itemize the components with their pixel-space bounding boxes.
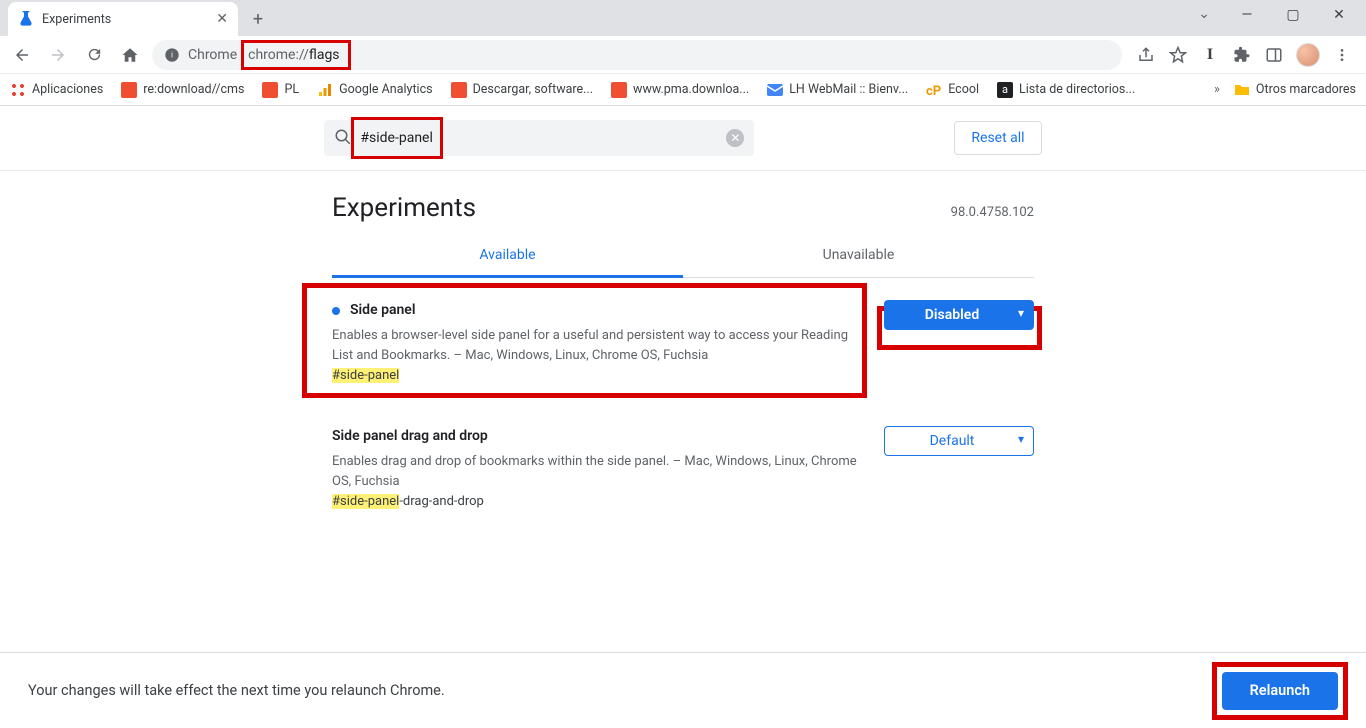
share-icon[interactable] — [1136, 45, 1156, 65]
flag-tabs: Available Unavailable — [332, 235, 1034, 278]
browser-toolbar: i Chrome chrome://flags I — [0, 36, 1366, 74]
modified-dot-icon — [332, 307, 340, 315]
flag-row: Side panel drag and drop Enables drag an… — [332, 404, 1034, 530]
svg-text:cP: cP — [926, 84, 941, 98]
page-content[interactable]: ✕ Reset all Experiments 98.0.4758.102 Av… — [0, 106, 1366, 652]
forward-button[interactable] — [44, 41, 72, 69]
bookmark-item[interactable]: aLista de directorios... — [997, 82, 1135, 98]
flag-hash: #side-panel — [332, 366, 860, 386]
tab-available[interactable]: Available — [332, 235, 683, 278]
tab-dropdown-icon[interactable]: ⌄ — [1198, 6, 1210, 22]
svg-text:i: i — [171, 50, 173, 60]
bookmark-item[interactable]: cPEcool — [926, 82, 979, 98]
menu-icon[interactable] — [1332, 45, 1352, 65]
tab-unavailable[interactable]: Unavailable — [683, 235, 1034, 277]
home-button[interactable] — [116, 41, 144, 69]
serif-i-icon[interactable]: I — [1200, 45, 1220, 65]
reload-button[interactable] — [80, 41, 108, 69]
window-maximize-button[interactable]: ▢ — [1270, 0, 1316, 30]
tab-strip: Experiments ✕ + ⌄ — ▢ ✕ — [0, 0, 1366, 36]
bookmarks-overflow[interactable]: » — [1214, 82, 1220, 97]
reset-all-button[interactable]: Reset all — [954, 121, 1041, 155]
favicon-icon — [121, 82, 137, 98]
favicon-icon: a — [997, 82, 1013, 98]
flag-row: Side panel Enables a browser-level side … — [332, 278, 1034, 404]
back-button[interactable] — [8, 41, 36, 69]
flag-title: Side panel drag and drop — [332, 426, 860, 448]
tab-title: Experiments — [42, 12, 111, 27]
bookmark-item[interactable]: LH WebMail :: Bienv... — [767, 82, 908, 98]
window-controls: — ▢ ✕ — [1224, 0, 1362, 30]
profile-avatar[interactable] — [1296, 43, 1320, 67]
flag-description: Enables drag and drop of bookmarks withi… — [332, 452, 860, 492]
new-tab-button[interactable]: + — [244, 5, 272, 33]
apps-shortcut[interactable]: Aplicaciones — [10, 82, 103, 98]
bookmark-item[interactable]: Google Analytics — [317, 82, 433, 98]
analytics-icon — [317, 82, 333, 98]
flag-select-wrap: Default — [884, 426, 1034, 456]
search-icon — [334, 128, 352, 146]
flag-description: Enables a browser-level side panel for a… — [332, 326, 860, 366]
search-row: ✕ Reset all — [0, 106, 1366, 171]
flag-state-select[interactable]: Disabled — [884, 300, 1034, 330]
version-text: 98.0.4758.102 — [951, 205, 1034, 220]
site-info-icon: i — [164, 47, 180, 63]
bookmarks-bar: Aplicaciones re:download//cms PL Google … — [0, 74, 1366, 106]
flag-hash: #side-panel-drag-and-drop — [332, 492, 860, 512]
flag-select-wrap: Disabled — [884, 300, 1034, 330]
flag-title: Side panel — [332, 300, 860, 322]
page-title: Experiments — [332, 193, 476, 223]
favicon-icon — [262, 82, 278, 98]
other-bookmarks[interactable]: Otros marcadores — [1234, 82, 1356, 98]
url-highlight-box: chrome://flags — [241, 40, 350, 70]
toolbar-right: I — [1130, 43, 1358, 67]
side-panel-icon[interactable] — [1264, 45, 1284, 65]
url-label: Chrome — [188, 47, 237, 63]
extensions-icon[interactable] — [1232, 45, 1252, 65]
relaunch-button[interactable]: Relaunch — [1222, 672, 1338, 710]
bookmark-star-icon[interactable] — [1168, 45, 1188, 65]
flags-search-input[interactable] — [324, 120, 754, 156]
relaunch-bar: Your changes will take effect the next t… — [0, 652, 1366, 728]
flag-state-select[interactable]: Default — [884, 426, 1034, 456]
folder-icon — [1234, 82, 1250, 98]
bookmark-item[interactable]: Descargar, software... — [451, 82, 593, 98]
favicon-icon — [451, 82, 467, 98]
bookmark-item[interactable]: re:download//cms — [121, 82, 244, 98]
tab-close-icon[interactable]: ✕ — [216, 11, 228, 27]
window-minimize-button[interactable]: — — [1224, 0, 1270, 30]
window-close-button[interactable]: ✕ — [1316, 0, 1362, 30]
relaunch-message: Your changes will take effect the next t… — [28, 682, 445, 699]
cpanel-icon: cP — [926, 82, 942, 98]
bookmark-item[interactable]: www.pma.downloa... — [611, 82, 749, 98]
apps-grid-icon — [10, 82, 26, 98]
flask-icon — [18, 11, 34, 27]
browser-tab[interactable]: Experiments ✕ — [8, 2, 238, 36]
favicon-icon — [611, 82, 627, 98]
mail-icon — [767, 82, 783, 98]
bookmark-item[interactable]: PL — [262, 82, 299, 98]
address-bar[interactable]: i Chrome chrome://flags — [152, 40, 1122, 70]
